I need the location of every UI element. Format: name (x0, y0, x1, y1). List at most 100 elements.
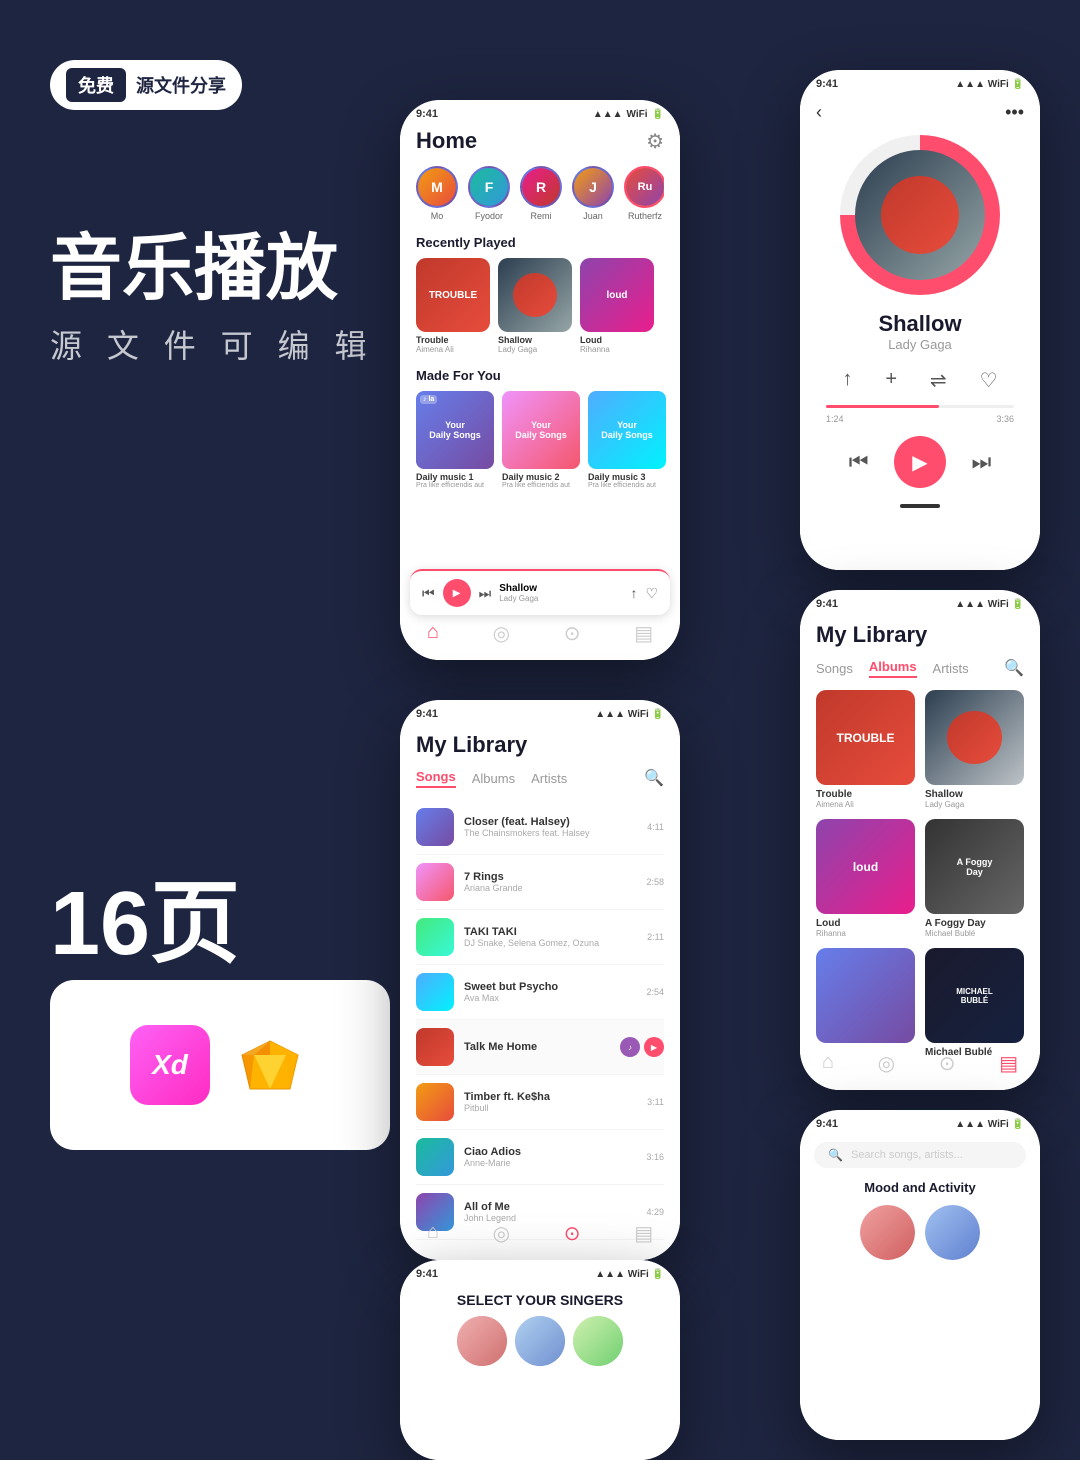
playlist-2[interactable]: YourDaily Songs Daily music 2 Pra like e… (502, 391, 580, 489)
progress-current: 1:24 (826, 414, 844, 424)
song-item-3[interactable]: TAKI TAKI DJ Snake, Selena Gomez, Ozuna … (416, 910, 664, 965)
shuffle-action-icon[interactable]: ⇌ (930, 368, 947, 393)
nav-home-4[interactable]: ⌂ (822, 1051, 834, 1076)
status-bar-2: 9:41 ▲▲▲ WiFi 🔋 (800, 70, 1040, 94)
prev-button[interactable]: ⏮ (422, 585, 435, 602)
tab-albums-4[interactable]: Albums (869, 659, 917, 678)
status-time-3: 9:41 (416, 708, 438, 720)
tab-albums-2[interactable]: Albums (472, 771, 515, 786)
bottom-nav-4: ⌂ ◎ ⊙ ▤ (800, 1045, 1040, 1082)
search-icon-lib-4[interactable]: 🔍 (1004, 658, 1024, 678)
grid-album-shallow[interactable]: Shallow Lady Gaga (925, 690, 1024, 809)
main-title: 音乐播放 (50, 230, 374, 309)
tab-artists-4[interactable]: Artists (933, 661, 969, 676)
heart-action-icon[interactable]: ♡ (980, 368, 998, 393)
grid-album-loud[interactable]: loud Loud Rihanna (816, 819, 915, 938)
tab-artists[interactable]: Artists (531, 771, 567, 786)
song-item-6[interactable]: Timber ft. Ke$ha Pitbull 3:11 (416, 1075, 664, 1130)
search-bar[interactable]: 🔍 Search songs, artists... (814, 1142, 1026, 1168)
nav-profile-3[interactable]: ▤ (634, 1221, 653, 1246)
nav-library-active-3[interactable]: ⊙ (564, 1221, 581, 1246)
tab-songs-4[interactable]: Songs (816, 661, 853, 676)
status-time-2: 9:41 (816, 78, 838, 90)
album-shallow[interactable]: Shallow Lady Gaga (498, 258, 572, 354)
mood-singer-2[interactable] (925, 1205, 980, 1260)
status-time-6: 9:41 (816, 1118, 838, 1130)
progress-section: 1:24 3:36 (826, 405, 1014, 424)
song-item-1[interactable]: Closer (feat. Halsey) The Chainsmokers f… (416, 800, 664, 855)
avatar-item-1[interactable]: M Mo (416, 166, 458, 221)
progress-bar[interactable] (826, 405, 1014, 408)
share-action-icon[interactable]: ↑ (842, 368, 852, 393)
nav-library-active-4[interactable]: ▤ (999, 1051, 1018, 1076)
nav-home[interactable]: ⌂ (427, 621, 439, 646)
bottom-nav-3: ⌂ ◎ ⊙ ▤ (400, 1215, 680, 1252)
mood-singer-1[interactable] (860, 1205, 915, 1260)
nav-explore-4[interactable]: ⊙ (939, 1051, 956, 1076)
mini-artist: Lady Gaga (499, 594, 622, 603)
song-item-5[interactable]: Talk Me Home ♪ ▶ (416, 1020, 664, 1075)
avatar-name-5: Rutherfz (628, 211, 662, 221)
grid-album-foggy[interactable]: A FoggyDay A Foggy Day Michael Bublé (925, 819, 1024, 938)
song-item-7[interactable]: Ciao Adios Anne-Marie 3:16 (416, 1130, 664, 1185)
heart-icon[interactable]: ♡ (645, 585, 658, 602)
library-title-songs: My Library (416, 732, 664, 758)
avatar-item-3[interactable]: R Remi (520, 166, 562, 221)
tab-songs[interactable]: Songs (416, 769, 456, 788)
status-bar-3: 9:41 ▲▲▲ WiFi 🔋 (400, 700, 680, 724)
featured-artists-row: M Mo F Fyodor R Remi (416, 166, 664, 221)
grid-album-5[interactable] (816, 948, 915, 1058)
more-menu-button[interactable]: ••• (1005, 102, 1024, 123)
status-bar-1: 9:41 ▲▲▲ WiFi 🔋 (400, 100, 680, 124)
search-placeholder-text: Search songs, artists... (851, 1149, 963, 1161)
next-button[interactable]: ⏭ (479, 585, 492, 602)
share-icon[interactable]: ↑ (630, 585, 637, 602)
skip-back-button[interactable]: ⏮ (849, 449, 869, 475)
avatar-name-4: Juan (583, 211, 603, 221)
song-item-4[interactable]: Sweet but Psycho Ava Max 2:54 (416, 965, 664, 1020)
now-playing-artist: Lady Gaga (816, 337, 1024, 352)
song-list: Closer (feat. Halsey) The Chainsmokers f… (416, 800, 664, 1240)
singer-3[interactable] (573, 1316, 623, 1366)
mini-player-1[interactable]: ⏮ ▶ ⏭ Shallow Lady Gaga ↑ ♡ (410, 569, 670, 615)
badge-free-label: 免费 (66, 68, 126, 102)
nav-discover[interactable]: ◎ (493, 621, 510, 646)
album-loud[interactable]: loud Loud Rihanna (580, 258, 654, 354)
grid-album-buble[interactable]: MICHAELBUBLÉ Michael Bublé (925, 948, 1024, 1058)
song-thumb-1 (416, 808, 454, 846)
library-title-albums: My Library (816, 622, 1024, 648)
skip-forward-button[interactable]: ⏭ (971, 449, 991, 475)
status-time-1: 9:41 (416, 108, 438, 120)
grid-album-trouble[interactable]: TROUBLE Trouble Aimena Ali (816, 690, 915, 809)
mood-singers (814, 1205, 1026, 1260)
settings-icon[interactable]: ⚙ (646, 129, 664, 154)
nav-discover-4[interactable]: ◎ (878, 1051, 895, 1076)
search-icon-lib[interactable]: 🔍 (644, 768, 664, 788)
singer-avatars-row (414, 1316, 666, 1366)
song-thumb-2 (416, 863, 454, 901)
nav-home-3[interactable]: ⌂ (427, 1221, 439, 1246)
album-trouble[interactable]: TROUBLE Trouble Aimena Ali (416, 258, 490, 354)
mini-song-name: Shallow (499, 583, 622, 594)
bottom-nav-1: ⌂ ◎ ⊙ ▤ (400, 615, 680, 652)
nav-discover-3[interactable]: ◎ (493, 1221, 510, 1246)
singer-1[interactable] (457, 1316, 507, 1366)
play-pause-button[interactable]: ▶ (443, 579, 471, 607)
phone-library-albums: 9:41 ▲▲▲ WiFi 🔋 My Library Songs Albums … (800, 590, 1040, 1090)
avatar-item-2[interactable]: F Fyodor (468, 166, 510, 221)
avatar-item-5[interactable]: Ru Rutherfz (624, 166, 664, 221)
add-action-icon[interactable]: + (885, 368, 897, 393)
avatar-item-4[interactable]: J Juan (572, 166, 614, 221)
song-item-2[interactable]: 7 Rings Ariana Grande 2:58 (416, 855, 664, 910)
nav-explore[interactable]: ⊙ (564, 621, 581, 646)
main-play-button[interactable]: ▶ (894, 436, 946, 488)
now-playing-title: Shallow (816, 311, 1024, 337)
playlist-3[interactable]: YourDaily Songs Daily music 3 Pra like e… (588, 391, 666, 489)
sub-title: 源 文 件 可 编 辑 (50, 321, 374, 367)
avatar-name-2: Fyodor (475, 211, 503, 221)
tools-badge: Xd (50, 980, 390, 1150)
nav-library[interactable]: ▤ (634, 621, 653, 646)
singer-2[interactable] (515, 1316, 565, 1366)
back-button[interactable]: ‹ (816, 102, 822, 123)
playlist-1[interactable]: ♪ la YourDaily Songs Daily music 1 Pra l… (416, 391, 494, 489)
